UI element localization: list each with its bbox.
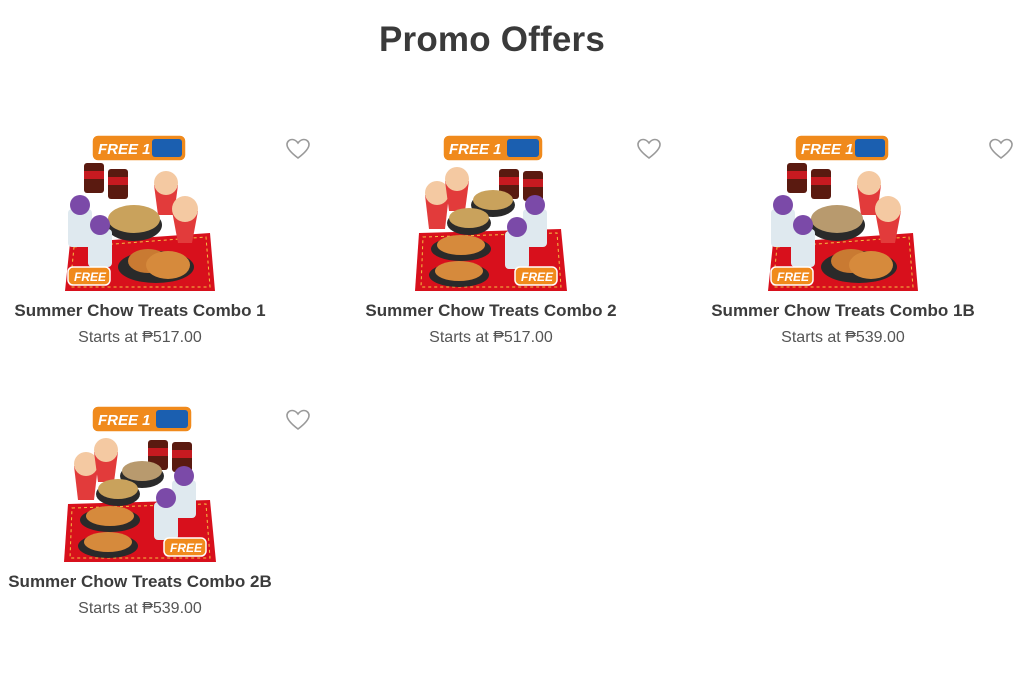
heart-outline-icon[interactable] (988, 137, 1014, 161)
product-card-combo-1b[interactable]: FREE 1 FREE Summer Chow Treats Combo 1B … (703, 133, 1013, 373)
product-card-combo-2b[interactable]: FREE 1 FREE Summer Chow Treats Combo 2B … (0, 404, 310, 644)
product-image[interactable]: FREE 1 FREE (60, 404, 220, 564)
product-price: Starts at ₱539.00 (781, 329, 905, 346)
product-image[interactable]: FREE 1 FREE (60, 133, 220, 293)
free-label-text: FREE (74, 270, 107, 284)
product-name[interactable]: Summer Chow Treats Combo 2 (351, 301, 631, 321)
product-card-combo-1[interactable]: FREE 1 FREE Summer Chow Treats Combo 1 S… (0, 133, 310, 373)
free-badge-text: FREE 1 (98, 412, 151, 429)
heart-outline-icon[interactable] (285, 137, 311, 161)
free-label-text: FREE (170, 541, 203, 555)
product-name[interactable]: Summer Chow Treats Combo 1 (0, 301, 280, 321)
free-label-text: FREE (521, 270, 554, 284)
promo-offers-page: Promo Offers FREE 1 FREE Summer Chow Tre… (0, 0, 1024, 679)
free-badge-text: FREE 1 (98, 141, 151, 158)
product-price: Starts at ₱517.00 (78, 329, 202, 346)
product-name[interactable]: Summer Chow Treats Combo 2B (0, 572, 280, 592)
heart-outline-icon[interactable] (636, 137, 662, 161)
free-badge-text: FREE 1 (449, 141, 502, 158)
product-card-combo-2[interactable]: FREE 1 FREE Summer Chow Treats Combo 2 S… (351, 133, 661, 373)
free-badge-text: FREE 1 (801, 141, 854, 158)
product-price: Starts at ₱517.00 (429, 329, 553, 346)
free-label-text: FREE (777, 270, 810, 284)
product-image[interactable]: FREE 1 FREE (763, 133, 923, 293)
product-price: Starts at ₱539.00 (78, 600, 202, 617)
product-name[interactable]: Summer Chow Treats Combo 1B (703, 301, 983, 321)
product-image[interactable]: FREE 1 FREE (411, 133, 571, 293)
heart-outline-icon[interactable] (285, 408, 311, 432)
page-title: Promo Offers (378, 20, 606, 59)
